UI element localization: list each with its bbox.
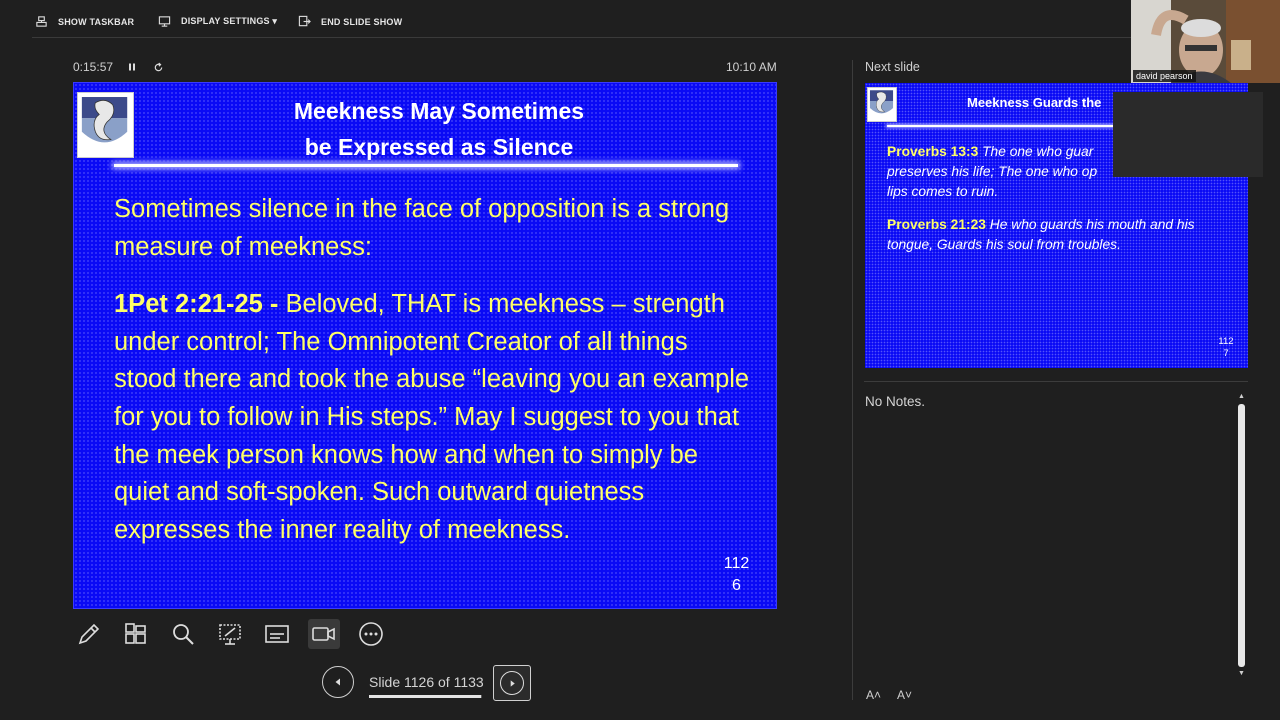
timer-bar: 0:15:57 bbox=[73, 60, 165, 74]
next-slide-text-1b: preserves his life; The one who op bbox=[887, 164, 1098, 179]
scroll-up-arrow-icon[interactable]: ▲ bbox=[1236, 392, 1247, 402]
slide-paragraph-1: Sometimes silence in the face of opposit… bbox=[114, 195, 730, 261]
webcam-feed: david pearson bbox=[1131, 0, 1280, 83]
slide-number-line1: 112 bbox=[723, 555, 750, 572]
next-slide-paragraph-2: Proverbs 21:23 He who guards his mouth a… bbox=[887, 215, 1217, 255]
taskbar-icon bbox=[36, 16, 47, 27]
next-slide-button[interactable] bbox=[493, 665, 531, 701]
top-toolbar: SHOW TASKBAR DISPLAY SETTINGS ▾ END SLID… bbox=[0, 0, 1280, 40]
toolbar-divider bbox=[32, 37, 1132, 38]
slide-paragraph-2: 1Pet 2:21-25 - Beloved, THAT is meekness… bbox=[114, 286, 754, 549]
next-slide-number-line2: 7 bbox=[1223, 348, 1229, 359]
panel-divider bbox=[852, 60, 853, 700]
next-slide-logo bbox=[867, 87, 897, 122]
zoom-button[interactable] bbox=[167, 619, 199, 649]
next-slide-reference-1: Proverbs 13:3 bbox=[887, 144, 979, 159]
scroll-down-arrow-icon[interactable]: ▼ bbox=[1236, 669, 1247, 679]
next-slide-number: 112 7 bbox=[1213, 336, 1239, 360]
subtitles-button[interactable] bbox=[261, 619, 293, 649]
slide-progress-bar bbox=[369, 695, 482, 698]
slide-logo bbox=[77, 92, 134, 158]
scrollbar-thumb[interactable] bbox=[1238, 404, 1245, 667]
camera-button[interactable] bbox=[308, 619, 340, 649]
next-slide-text-1: The one who guar bbox=[978, 144, 1094, 159]
slide-title-line1: Meekness May Sometimes bbox=[293, 98, 585, 124]
laser-pointer-button[interactable] bbox=[214, 619, 246, 649]
speaker-notes: No Notes. bbox=[865, 394, 926, 409]
slide-sorter-icon bbox=[125, 623, 146, 644]
next-slide-reference-2: Proverbs 21:23 bbox=[887, 217, 986, 232]
notes-divider bbox=[864, 381, 1248, 382]
camera-icon bbox=[312, 627, 335, 641]
previous-arrow-icon bbox=[335, 678, 340, 686]
more-options-button[interactable] bbox=[355, 619, 387, 649]
restart-timer-icon[interactable] bbox=[151, 60, 165, 74]
notes-scrollbar[interactable]: ▲ ▼ bbox=[1236, 392, 1247, 680]
webcam-name-label: david pearson bbox=[1133, 70, 1196, 82]
overlay-panel bbox=[1113, 92, 1263, 177]
previous-slide-button[interactable] bbox=[322, 666, 354, 698]
next-arrow-circle bbox=[500, 671, 524, 695]
slide-progress-fill bbox=[369, 695, 482, 698]
display-settings-label: DISPLAY SETTINGS ▾ bbox=[181, 16, 278, 26]
next-slide-label: Next slide bbox=[865, 60, 920, 74]
end-slide-show-button[interactable]: END SLIDE SHOW bbox=[298, 15, 402, 28]
magnifier-icon bbox=[173, 624, 194, 645]
more-icon bbox=[359, 622, 383, 646]
elapsed-time: 0:15:57 bbox=[73, 60, 114, 74]
notes-font-controls: A˄ A˅ bbox=[866, 688, 912, 702]
next-slide-title: Meekness Guards the bbox=[967, 95, 1102, 110]
increase-font-button[interactable]: A˄ bbox=[866, 688, 881, 702]
slide-number-line2: 6 bbox=[732, 577, 741, 594]
subtitles-icon bbox=[265, 625, 289, 643]
current-slide[interactable]: Meekness May Sometimes be Expressed as S… bbox=[73, 82, 777, 609]
slide-counter[interactable]: Slide 1126 of 1133 bbox=[369, 674, 484, 690]
show-taskbar-button[interactable]: SHOW TASKBAR bbox=[35, 15, 134, 28]
current-clock: 10:10 AM bbox=[726, 60, 777, 74]
slide-title: Meekness May Sometimes be Expressed as S… bbox=[224, 93, 654, 165]
pen-tool-button[interactable] bbox=[73, 619, 105, 649]
slide-number: 112 6 bbox=[714, 553, 759, 597]
presenter-tools bbox=[73, 619, 387, 649]
display-settings-button[interactable]: DISPLAY SETTINGS ▾ bbox=[158, 15, 277, 28]
slide-paragraph-2-text: Beloved, THAT is meekness – strength und… bbox=[114, 290, 750, 544]
next-arrow-icon bbox=[510, 679, 515, 687]
decrease-font-button[interactable]: A˅ bbox=[897, 688, 912, 702]
next-slide-number-line1: 112 bbox=[1218, 336, 1234, 347]
slide-title-line2: be Expressed as Silence bbox=[304, 134, 574, 160]
laser-pointer-icon bbox=[219, 624, 241, 645]
end-slide-show-label: END SLIDE SHOW bbox=[321, 16, 403, 27]
next-slide-text-1c: lips comes to ruin. bbox=[887, 184, 999, 199]
pause-icon[interactable] bbox=[125, 60, 139, 74]
show-taskbar-label: SHOW TASKBAR bbox=[58, 16, 135, 27]
end-show-icon bbox=[298, 15, 311, 27]
slide-body: Sometimes silence in the face of opposit… bbox=[114, 191, 754, 569]
pen-icon bbox=[78, 623, 100, 645]
see-all-slides-button[interactable] bbox=[120, 619, 152, 649]
scripture-reference: 1Pet 2:21-25 - bbox=[114, 290, 279, 319]
monitor-settings-icon bbox=[158, 16, 171, 27]
title-underline bbox=[114, 164, 738, 167]
